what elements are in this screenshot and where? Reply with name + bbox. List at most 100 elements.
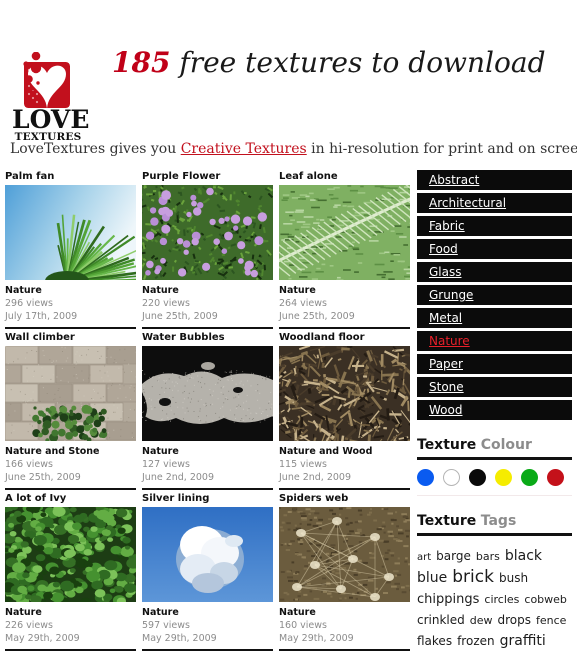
category-item-glass[interactable]: Glass: [417, 262, 572, 282]
category-menu: Abstract Architectural Fabric Food Glass Grun…: [417, 170, 572, 420]
texture-card[interactable]: Purple Flower Nature 220 views June 25th, 2…: [135, 170, 274, 329]
texture-meta: Nature 226 views May 29th, 2009: [5, 602, 136, 651]
tag-circles[interactable]: circles: [484, 590, 519, 609]
texture-title[interactable]: Purple Flower: [142, 170, 273, 183]
category-item-metal[interactable]: Metal: [417, 308, 572, 328]
category-item-grunge[interactable]: Grunge: [417, 285, 572, 305]
tag-graffiti[interactable]: graffiti: [500, 632, 546, 651]
texture-card[interactable]: Spiders web Nature 160 views May 29th, 2009: [279, 492, 414, 651]
category-item-paper[interactable]: Paper: [417, 354, 572, 374]
texture-date: June 2nd, 2009: [279, 472, 352, 483]
tag-chippings[interactable]: chippings: [417, 590, 479, 609]
texture-card[interactable]: Silver lining Nature 597 views May 29th, 2…: [142, 492, 273, 651]
texture-card[interactable]: Wall climber Nature and Stone 166 views Jun…: [0, 331, 141, 490]
texture-title[interactable]: Silver lining: [142, 492, 273, 505]
texture-tags-heading: Texture Tags: [417, 512, 572, 536]
texture-thumbnail[interactable]: [259, 183, 436, 282]
category-item-wood[interactable]: Wood: [417, 400, 572, 420]
texture-thumbnail[interactable]: [0, 501, 141, 607]
texture-category[interactable]: Nature: [142, 284, 273, 297]
texture-thumbnail[interactable]: [5, 185, 150, 342]
texture-title[interactable]: Spiders web: [279, 492, 410, 505]
texture-meta: Nature 127 views June 2nd, 2009: [142, 441, 273, 490]
colour-swatch-white[interactable]: [443, 469, 460, 486]
texture-title[interactable]: A lot of Ivy: [5, 492, 136, 505]
texture-grid: Palm fan Nature 296 views July 17th, 2009 P…: [0, 170, 436, 653]
tag-frozen[interactable]: frozen: [457, 632, 495, 651]
texture-views: 220 views: [142, 298, 190, 309]
colour-heading-strong: Texture: [417, 437, 477, 453]
tag-cloud: art barge bars black blue brick bush chippings c…: [417, 545, 572, 651]
tag-blue[interactable]: blue: [417, 569, 447, 588]
tag-flakes[interactable]: flakes: [417, 632, 452, 651]
category-item-nature[interactable]: Nature: [417, 331, 572, 351]
texture-date: June 25th, 2009: [5, 472, 81, 483]
texture-category[interactable]: Nature and Wood: [279, 445, 410, 458]
texture-category[interactable]: Nature: [5, 284, 136, 297]
tag-fence[interactable]: fence: [536, 611, 566, 630]
texture-thumbnail[interactable]: [263, 344, 417, 457]
colour-swatch-green[interactable]: [521, 469, 538, 486]
colour-swatch-black[interactable]: [469, 469, 486, 486]
tag-drops[interactable]: drops: [498, 611, 532, 630]
colour-swatch-list: [417, 469, 572, 496]
texture-date: May 29th, 2009: [279, 633, 354, 644]
category-item-fabric[interactable]: Fabric: [417, 216, 572, 236]
texture-thumbnail[interactable]: [142, 346, 274, 441]
tags-heading-strong: Texture: [417, 513, 477, 529]
texture-category[interactable]: Nature: [279, 606, 410, 619]
tag-crinkled[interactable]: crinkled: [417, 611, 465, 630]
texture-colour-heading: Texture Colour: [417, 436, 572, 460]
page-title: 185 free textures to download: [112, 46, 546, 79]
creative-textures-link[interactable]: Creative Textures: [181, 141, 307, 157]
category-item-food[interactable]: Food: [417, 239, 572, 259]
texture-category[interactable]: Nature and Stone: [5, 445, 136, 458]
texture-title[interactable]: Woodland floor: [279, 331, 410, 344]
texture-thumbnail[interactable]: [279, 507, 414, 604]
texture-category[interactable]: Nature: [142, 445, 273, 458]
tag-black[interactable]: black: [505, 547, 542, 566]
tag-bush[interactable]: bush: [499, 569, 528, 588]
texture-date: May 29th, 2009: [5, 633, 80, 644]
texture-title[interactable]: Water Bubbles: [142, 331, 273, 344]
texture-card[interactable]: Woodland floor Nature and Wood 115 views Ju…: [263, 331, 417, 490]
texture-thumbnail[interactable]: [135, 183, 274, 284]
texture-title[interactable]: Wall climber: [5, 331, 136, 344]
texture-card[interactable]: Palm fan Nature 296 views July 17th, 2009: [5, 170, 150, 342]
texture-card[interactable]: A lot of Ivy Nature 226 views May 29th, 200…: [0, 492, 141, 651]
category-item-stone[interactable]: Stone: [417, 377, 572, 397]
logo-love-text: LOVE: [12, 105, 90, 134]
texture-date: July 17th, 2009: [5, 311, 78, 322]
site-header: LOVE TEXTURES 185 free textures to downl…: [0, 0, 577, 157]
texture-views: 115 views: [279, 459, 327, 470]
tags-heading-light: Tags: [480, 513, 517, 529]
texture-views: 226 views: [5, 620, 53, 631]
tagline-before: LoveTextures gives you: [10, 141, 181, 157]
tag-cobweb[interactable]: cobweb: [524, 590, 567, 609]
texture-count: 185: [112, 46, 171, 79]
colour-swatch-red[interactable]: [547, 469, 564, 486]
texture-category[interactable]: Nature: [5, 606, 136, 619]
texture-category[interactable]: Nature: [279, 284, 410, 297]
tag-barge[interactable]: barge: [436, 547, 471, 566]
texture-title[interactable]: Leaf alone: [279, 170, 410, 183]
category-item-abstract[interactable]: Abstract: [417, 170, 572, 190]
texture-card[interactable]: Water Bubbles Nature 127 views June 2nd, 20…: [142, 331, 274, 490]
texture-views: 166 views: [5, 459, 53, 470]
texture-meta: Nature and Wood 115 views June 2nd, 2009: [279, 441, 410, 490]
site-logo[interactable]: LOVE TEXTURES: [8, 16, 90, 143]
texture-meta: Nature 160 views May 29th, 2009: [279, 602, 410, 651]
texture-thumbnail[interactable]: [142, 507, 273, 602]
texture-thumbnail[interactable]: [0, 345, 141, 443]
texture-card[interactable]: Leaf alone Nature 264 views June 25th, 2009: [259, 170, 436, 329]
category-item-architectural[interactable]: Architectural: [417, 193, 572, 213]
tag-brick[interactable]: brick: [452, 568, 494, 587]
tag-art[interactable]: art: [417, 548, 431, 567]
colour-swatch-blue[interactable]: [417, 469, 434, 486]
colour-swatch-yellow[interactable]: [495, 469, 512, 486]
texture-title[interactable]: Palm fan: [5, 170, 136, 183]
tag-dew[interactable]: dew: [470, 611, 493, 630]
tag-bars[interactable]: bars: [476, 547, 500, 566]
texture-category[interactable]: Nature: [142, 606, 273, 619]
page-root: LOVE TEXTURES 185 free textures to downl…: [0, 0, 577, 653]
